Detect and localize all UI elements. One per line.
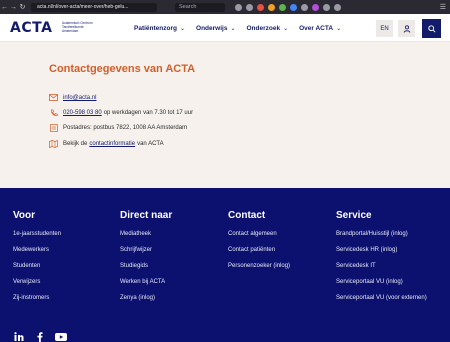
nav-item-over-acta[interactable]: Over ACTA ⌄	[299, 25, 341, 32]
nav-item-patientenzorg[interactable]: Patiëntenzorg ⌄	[134, 25, 185, 32]
facebook-icon[interactable]	[34, 331, 46, 342]
phone-icon	[49, 108, 58, 117]
contact-postal-row: Postadres: postbus 7822, 1008 AA Amsterd…	[49, 123, 187, 132]
logo-subtitle: Academisch Centrum Tandheelkunde Amsterd…	[62, 21, 93, 34]
extension-icon[interactable]	[268, 3, 275, 11]
acta-logo[interactable]: ACTA	[10, 20, 52, 36]
chevron-down-icon: ⌄	[283, 25, 289, 32]
main-navigation: Patiëntenzorg ⌄ Onderwijs ⌄ Onderzoek ⌄ Ove…	[134, 14, 341, 42]
search-button[interactable]	[422, 19, 441, 38]
footer-column-title: Voor	[13, 210, 36, 221]
extension-icon[interactable]	[334, 3, 341, 11]
footer-link[interactable]: Personenzoeker (inlog)	[228, 263, 290, 279]
extension-icon[interactable]	[257, 3, 264, 11]
footer-link[interactable]: Mediatheek	[120, 231, 172, 247]
user-button[interactable]	[398, 20, 415, 37]
browser-toolbar: ← → ↻ acta.nl/nl/over-acta/meer-over/heb…	[0, 0, 450, 14]
footer-link[interactable]: Werken bij ACTA	[120, 279, 172, 295]
browser-search-input[interactable]: Search	[175, 2, 225, 12]
language-switch-button[interactable]: EN	[376, 20, 393, 37]
footer-link[interactable]: Verwijzers	[13, 279, 61, 295]
contact-info-link[interactable]: contactinformatie	[89, 141, 135, 147]
footer-column-title: Service	[336, 210, 372, 221]
hamburger-menu-icon[interactable]: ☰	[440, 3, 446, 11]
contact-section: Contactgegevens van ACTA info@acta.nl 02…	[0, 42, 450, 188]
extension-icon[interactable]	[279, 3, 286, 11]
chevron-down-icon: ⌄	[179, 25, 186, 32]
phone-hours-text: op werkdagen van 7.30 tot 17 uur	[103, 109, 194, 116]
contact-email-row: info@acta.nl	[49, 93, 96, 102]
phone-link[interactable]: 020-598 03 80	[63, 110, 102, 116]
footer-link[interactable]: Schrijfwijzer	[120, 247, 172, 263]
site-footer: Voor 1e-jaarsstudenten Medewerkers Stude…	[0, 188, 450, 342]
footer-link[interactable]: Zenya (inlog)	[120, 295, 172, 311]
nav-item-label: Onderwijs	[196, 24, 228, 32]
footer-link[interactable]: Contact patiënten	[228, 247, 290, 263]
address-bar[interactable]: acta.nl/nl/over-acta/meer-over/heb-gelu.…	[31, 2, 157, 12]
extension-icons	[235, 3, 341, 11]
back-icon[interactable]: ←	[0, 4, 9, 11]
postal-address-text: Postadres: postbus 7822, 1008 AA Amsterd…	[63, 124, 188, 131]
footer-link[interactable]: Contact algemeen	[228, 231, 290, 247]
extension-icon[interactable]	[290, 3, 297, 11]
map-icon	[49, 139, 58, 148]
footer-link[interactable]: Serviceportaal VU (inlog)	[336, 279, 427, 295]
contact-info-suffix: van ACTA	[137, 140, 164, 147]
reload-icon[interactable]: ↻	[18, 3, 27, 11]
nav-item-label: Over ACTA	[299, 24, 334, 32]
footer-column-title: Contact	[228, 210, 266, 221]
contact-phone-row: 020-598 03 80 op werkdagen van 7.30 tot …	[49, 108, 195, 117]
search-icon	[427, 24, 436, 33]
extension-icon[interactable]	[323, 3, 330, 11]
footer-link[interactable]: Studenten	[13, 263, 61, 279]
linkedin-icon[interactable]	[13, 332, 25, 341]
site-header: ACTA Academisch Centrum Tandheelkunde Am…	[0, 14, 450, 42]
user-icon	[403, 24, 410, 33]
nav-item-onderzoek[interactable]: Onderzoek ⌄	[246, 25, 288, 32]
contact-info-prefix: Bekijk de	[63, 140, 88, 147]
downloads-icon[interactable]	[246, 3, 253, 11]
footer-column-title: Direct naar	[120, 210, 173, 221]
footer-column-service: Service Brandportal/Huisstijl (inlog) Se…	[336, 210, 427, 311]
footer-link[interactable]: Serviceportaal VU (voor externen)	[336, 295, 427, 311]
mail-icon	[49, 93, 58, 102]
nav-item-onderwijs[interactable]: Onderwijs ⌄	[196, 25, 235, 32]
footer-column-contact: Contact Contact algemeen Contact patiënt…	[228, 210, 290, 279]
postal-icon	[49, 123, 58, 132]
footer-link[interactable]: Studiegids	[120, 263, 172, 279]
forward-icon[interactable]: →	[9, 4, 18, 11]
footer-link[interactable]: Medewerkers	[13, 247, 61, 263]
footer-column-voor: Voor 1e-jaarsstudenten Medewerkers Stude…	[13, 210, 61, 311]
footer-link[interactable]: Servicedesk IT	[336, 263, 427, 279]
nav-item-label: Patiëntenzorg	[134, 24, 177, 32]
footer-column-direct-naar: Direct naar Mediatheek Schrijfwijzer Stu…	[120, 210, 172, 311]
contact-info-row: Bekijk de contactinformatie van ACTA	[49, 139, 164, 148]
page-title: Contactgegevens van ACTA	[49, 63, 196, 75]
extension-icon[interactable]	[312, 3, 319, 11]
footer-link[interactable]: 1e-jaarsstudenten	[13, 231, 61, 247]
footer-link[interactable]: Brandportal/Huisstijl (inlog)	[336, 231, 427, 247]
email-link[interactable]: info@acta.nl	[63, 95, 96, 101]
pocket-icon[interactable]	[235, 3, 242, 11]
nav-item-label: Onderzoek	[246, 24, 281, 32]
chevron-down-icon: ⌄	[336, 25, 342, 32]
social-links	[13, 331, 67, 342]
footer-link[interactable]: Zij-instromers	[13, 295, 61, 311]
footer-link[interactable]: Servicedesk HR (inlog)	[336, 247, 427, 263]
extension-icon[interactable]	[301, 3, 308, 11]
chevron-down-icon: ⌄	[230, 25, 236, 32]
youtube-icon[interactable]	[55, 332, 67, 341]
